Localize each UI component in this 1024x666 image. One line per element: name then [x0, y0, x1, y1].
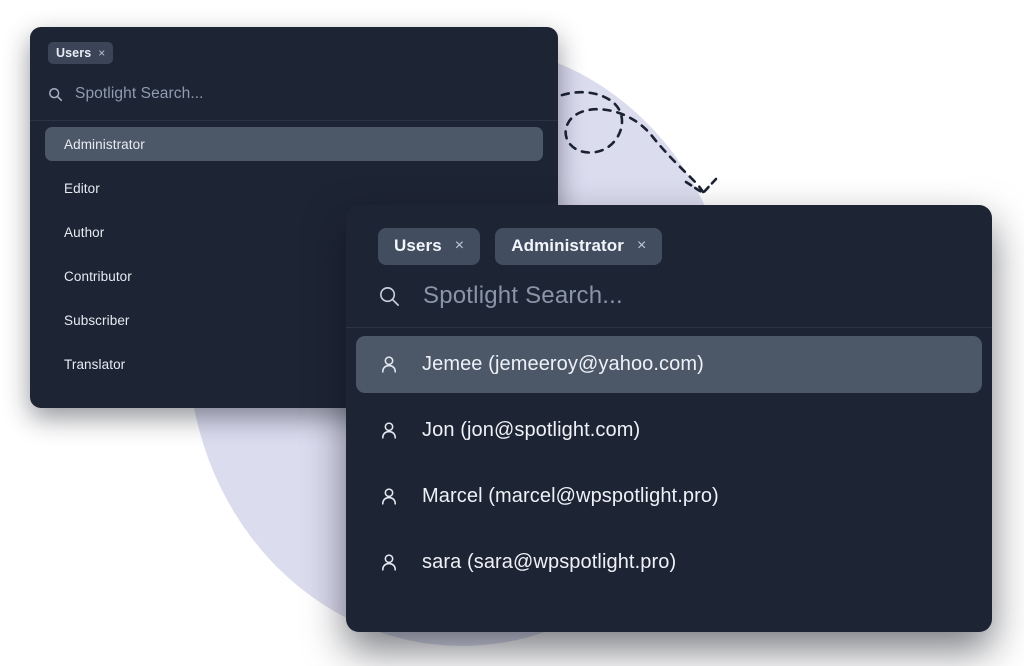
filter-tag-administrator[interactable]: Administrator × — [495, 227, 663, 265]
search-icon — [380, 286, 399, 306]
role-label: Author — [64, 224, 105, 240]
close-icon[interactable]: × — [637, 238, 646, 254]
close-icon[interactable]: × — [98, 47, 105, 59]
role-label: Editor — [64, 180, 100, 196]
user-icon — [381, 355, 397, 373]
screenshot-stage: Users × Spotlight Search... Administrato… — [0, 0, 1024, 666]
search-input[interactable]: Spotlight Search... — [423, 282, 623, 310]
role-label: Administrator — [64, 136, 145, 152]
list-item[interactable]: Editor — [45, 171, 543, 205]
user-icon — [381, 553, 397, 571]
user-label: Jemee (jemeeroy@yahoo.com) — [422, 353, 704, 375]
search-input[interactable]: Spotlight Search... — [75, 85, 204, 103]
filter-tag-label: Users — [56, 46, 92, 60]
list-item[interactable]: Jon (jon@spotlight.com) — [356, 402, 982, 459]
back-panel-header: Users × Spotlight Search... — [30, 27, 558, 115]
filter-tag-users[interactable]: Users × — [378, 227, 481, 265]
search-icon — [49, 87, 63, 101]
users-spotlight-panel: Users × Administrator × Spotlight Search… — [346, 205, 992, 632]
front-panel-search-row[interactable]: Spotlight Search... — [378, 265, 960, 327]
list-item[interactable]: Marcel (marcel@wpspotlight.pro) — [356, 468, 982, 525]
back-panel-tag-row: Users × — [48, 41, 540, 65]
user-label: Jon (jon@spotlight.com) — [422, 419, 641, 441]
list-item[interactable]: sara (sara@wpspotlight.pro) — [356, 534, 982, 591]
filter-tag-label: Administrator — [511, 236, 624, 255]
filter-tag-label: Users — [394, 236, 442, 255]
close-icon[interactable]: × — [455, 238, 464, 254]
users-results-list: Jemee (jemeeroy@yahoo.com) Jon (jon@spot… — [346, 328, 992, 591]
front-panel-tag-row: Users × Administrator × — [378, 227, 960, 265]
filter-tag-users[interactable]: Users × — [48, 42, 114, 64]
role-label: Subscriber — [64, 312, 130, 328]
user-icon — [381, 421, 397, 439]
user-icon — [381, 487, 397, 505]
list-item[interactable]: Jemee (jemeeroy@yahoo.com) — [356, 336, 982, 393]
list-item[interactable]: Administrator — [45, 127, 543, 161]
user-label: Marcel (marcel@wpspotlight.pro) — [422, 485, 719, 507]
user-label: sara (sara@wpspotlight.pro) — [422, 551, 677, 573]
back-panel-search-row[interactable]: Spotlight Search... — [48, 73, 540, 115]
role-label: Translator — [64, 356, 126, 372]
front-panel-header: Users × Administrator × Spotlight Search… — [346, 205, 992, 327]
role-label: Contributor — [64, 268, 132, 284]
